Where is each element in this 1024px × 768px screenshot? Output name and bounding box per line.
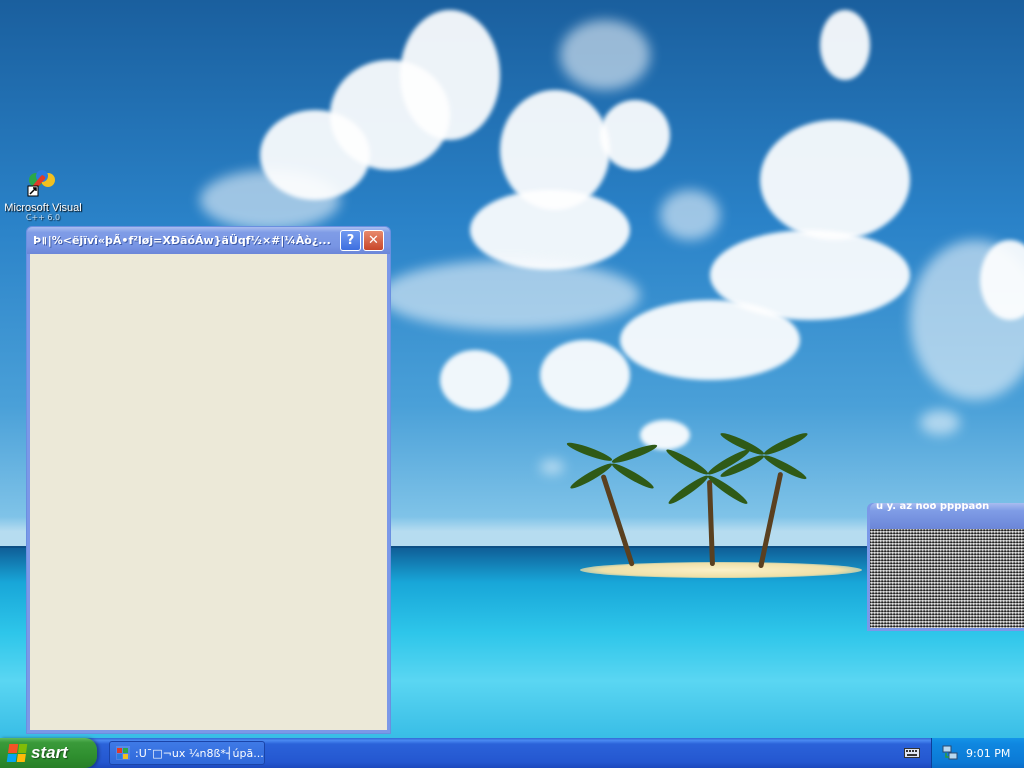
secondary-window: ù ý. áž ñòð þþpþäðñ — [867, 503, 1024, 631]
start-label: start — [31, 743, 68, 762]
clock[interactable]: 9:01 PM — [966, 747, 1010, 760]
dialog-titlebar[interactable]: Þ꠱|%<ëjïvî«þÃ•f²løj=XÐãóÁw}äÜqf½×#|¼Àò¿.… — [27, 227, 390, 254]
visual-studio-icon — [26, 166, 60, 200]
network-icon[interactable] — [942, 745, 958, 761]
keyboard-icon[interactable] — [904, 745, 920, 759]
dialog-title: Þ꠱|%<ëjïvî«þÃ•f²løj=XÐãóÁw}äÜqf½×#|¼Àò¿.… — [33, 233, 331, 247]
taskbar-item-label: :U¯□¬ux ¼n8ß*┤úpã... — [135, 746, 264, 760]
dialog-window: Þ꠱|%<ëjïvî«þÃ•f²løj=XÐãóÁw}äÜqf½×#|¼Àò¿.… — [26, 226, 391, 734]
help-button[interactable]: ? — [340, 230, 361, 251]
secondary-window-content — [870, 529, 1024, 628]
desktop-icon-visual-cpp[interactable]: Microsoft Visual C++ 6.0 — [4, 166, 82, 222]
application-icon — [116, 746, 130, 760]
secondary-window-titlebar[interactable]: ù ý. áž ñòð þþpþäðñ — [870, 503, 1024, 529]
dialog-body — [30, 254, 387, 730]
island — [580, 562, 862, 578]
desktop-icon-label-second-line: C++ 6.0 — [25, 213, 61, 222]
taskbar-item[interactable]: :U¯□¬ux ¼n8ß*┤úpã... — [109, 741, 265, 765]
start-button[interactable]: start — [0, 738, 97, 768]
close-button[interactable]: ✕ — [363, 230, 384, 251]
system-tray: 9:01 PM — [931, 738, 1024, 768]
taskbar: start :U¯□¬ux ¼n8ß*┤úpã... — [0, 738, 1024, 768]
windows-logo-icon — [6, 744, 28, 762]
